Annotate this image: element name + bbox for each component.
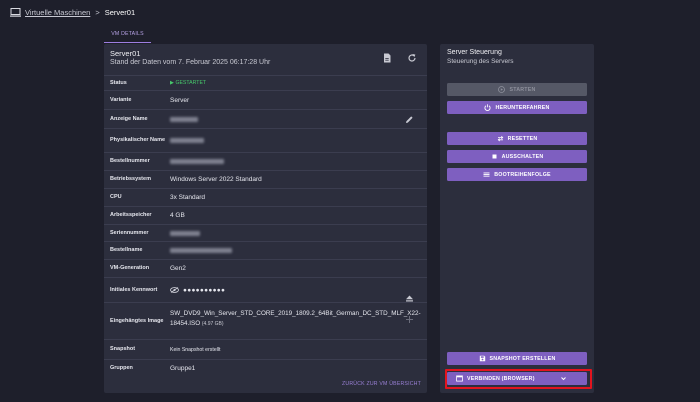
iso-value: SW_DVD9_Win_Server_STD_CORE_2019_1809.2_… (170, 309, 421, 329)
play-circle-icon (498, 86, 506, 93)
iso-size: (4.97 GB) (201, 321, 224, 327)
os-label: Betriebssystem (110, 176, 151, 182)
serial-label: Seriennummer (110, 229, 149, 236)
eject-icon[interactable] (405, 294, 414, 303)
power-off-button[interactable]: AUSSCHALTEN (447, 150, 587, 163)
password-dots: ●●●●●●●●●● (183, 286, 226, 294)
vm-title: Server01 (110, 49, 141, 58)
refresh-icon[interactable] (407, 53, 417, 63)
server-control-card: Server Steuerung Steuerung des Servers S… (440, 44, 594, 393)
cpu-label: CPU (110, 194, 122, 200)
row-memory: Arbeitsspeicher 4 GB (104, 206, 427, 224)
order-name-label: Bestellname (110, 247, 143, 253)
edit-icon[interactable] (405, 115, 414, 124)
breadcrumb-link-vms[interactable]: Virtuelle Maschinen (25, 8, 90, 17)
password-label: Initiales Kennwort (110, 286, 158, 293)
groups-value: Gruppe1 (170, 365, 196, 372)
memory-label: Arbeitsspeicher (110, 212, 152, 218)
breadcrumb: Virtuelle Maschinen > Server01 (10, 6, 135, 18)
reset-button-label: RESETTEN (507, 135, 538, 142)
row-order-number: Bestellnummer (104, 152, 427, 170)
physical-name-label: Physikalischer Name (110, 137, 166, 143)
stop-icon (491, 153, 498, 160)
order-number-label: Bestellnummer (110, 158, 150, 164)
start-button[interactable]: STARTEN (447, 83, 587, 96)
order-number-value (170, 153, 224, 170)
os-value: Windows Server 2022 Standard (170, 176, 262, 183)
breadcrumb-current: Server01 (104, 7, 136, 17)
cpu-value: 3x Standard (170, 194, 206, 201)
back-to-overview-link[interactable]: ZURÜCK ZUR VM ÜBERSICHT (342, 381, 421, 387)
computer-icon (10, 7, 21, 17)
boot-order-button-label: BOOTREIHENFOLGE (494, 171, 551, 178)
row-groups: Gruppen Gruppe1 (104, 359, 427, 377)
boot-order-button[interactable]: BOOTREIHENFOLGE (447, 168, 587, 181)
power-off-button-label: AUSSCHALTEN (501, 153, 544, 160)
chevron-down-icon[interactable] (560, 375, 567, 382)
add-icon[interactable] (405, 315, 414, 324)
breadcrumb-separator: > (95, 7, 100, 17)
create-snapshot-button-label: SNAPSHOT ERSTELLEN (489, 355, 556, 362)
status-text: GESTARTET (175, 80, 207, 86)
status-label: Status (110, 79, 127, 86)
serial-value (170, 225, 200, 241)
password-value: ●●●●●●●●●● (170, 278, 225, 302)
document-icon[interactable] (382, 53, 392, 63)
row-password: Initiales Kennwort ●●●●●●●●●● (104, 277, 427, 302)
control-title: Server Steuerung (447, 49, 502, 56)
variant-label: Variante (110, 96, 132, 103)
variant-value: Server (170, 96, 190, 104)
swap-icon (497, 135, 504, 142)
groups-label: Gruppen (110, 365, 133, 371)
iso-label: Eingehängtes Image (110, 317, 164, 324)
row-generation: VM-Generation Gen2 (104, 259, 427, 277)
physical-name-value (170, 129, 204, 152)
display-name-label: Anzeige Name (110, 115, 148, 122)
status-badge: ▶ GESTARTET (170, 76, 206, 90)
vm-data-timestamp: Stand der Daten vom 7. Februar 2025 06:1… (110, 59, 271, 66)
power-icon (484, 104, 492, 111)
shutdown-button[interactable]: HERUNTERFAHREN (447, 101, 587, 114)
tab-bar: VM DETAILS (104, 26, 427, 43)
list-icon (483, 171, 490, 178)
create-snapshot-button[interactable]: SNAPSHOT ERSTELLEN (447, 352, 587, 365)
generation-value: Gen2 (170, 265, 186, 272)
connect-browser-button-label: VERBINDEN (BROWSER) (467, 375, 535, 382)
row-status: Status ▶ GESTARTET (104, 75, 427, 90)
row-os: Betriebssystem Windows Server 2022 Stand… (104, 170, 427, 188)
connect-browser-button[interactable]: VERBINDEN (BROWSER) (447, 372, 587, 385)
row-display-name: Anzeige Name (104, 109, 427, 128)
row-iso: Eingehängtes Image SW_DVD9_Win_Server_ST… (104, 295, 427, 339)
start-button-label: STARTEN (509, 86, 536, 93)
shutdown-button-label: HERUNTERFAHREN (495, 104, 550, 111)
tab-vm-details[interactable]: VM DETAILS (104, 26, 151, 43)
row-order-name: Bestellname (104, 241, 427, 259)
reset-button[interactable]: RESETTEN (447, 132, 587, 145)
eye-icon[interactable] (170, 287, 179, 293)
row-physical-name: Physikalischer Name (104, 128, 427, 152)
display-name-value (170, 110, 198, 128)
row-variant: Variante Server (104, 90, 427, 109)
snapshot-label: Snapshot (110, 346, 136, 352)
control-subtitle: Steuerung des Servers (447, 58, 514, 65)
save-icon (479, 355, 486, 362)
row-serial: Seriennummer (104, 224, 427, 241)
memory-value: 4 GB (170, 212, 185, 219)
snapshot-value: Kein Snapshot erstellt (170, 346, 221, 353)
generation-label: VM-Generation (110, 265, 150, 271)
vm-details-card: Server01 Stand der Daten vom 7. Februar … (104, 44, 427, 393)
browser-window-icon (456, 375, 463, 382)
order-name-value (170, 242, 232, 259)
row-cpu: CPU 3x Standard (104, 188, 427, 206)
row-snapshot: Snapshot Kein Snapshot erstellt (104, 339, 427, 359)
